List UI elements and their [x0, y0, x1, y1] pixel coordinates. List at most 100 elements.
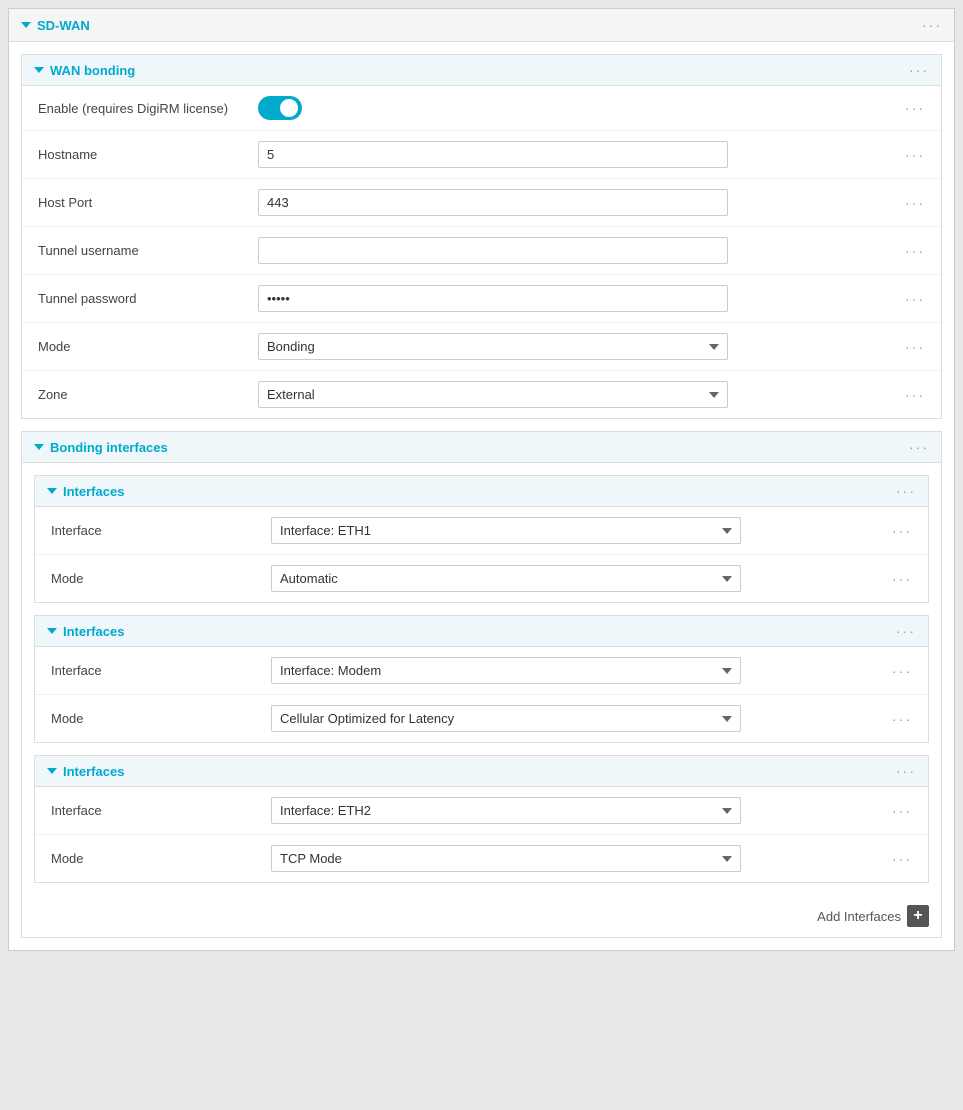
wan-bonding-title: WAN bonding — [34, 63, 135, 78]
bonding-interfaces-collapse-icon[interactable] — [34, 444, 44, 450]
tunnel-password-row: Tunnel password ··· — [22, 275, 941, 323]
interfaces-1-interface-row: Interface Interface: ETH1 Interface: ETH… — [35, 507, 928, 555]
tunnel-password-input[interactable] — [258, 285, 728, 312]
host-port-input[interactable] — [258, 189, 728, 216]
interfaces-3-title: Interfaces — [47, 764, 124, 779]
interfaces-group-2: Interfaces ··· Interface Interface: ETH1… — [34, 615, 929, 743]
interfaces-group-1: Interfaces ··· Interface Interface: ETH1… — [34, 475, 929, 603]
interfaces-1-mode-select[interactable]: Automatic Bonding TCP Mode Cellular Opti… — [271, 565, 741, 592]
interfaces-1-collapse-icon[interactable] — [47, 488, 57, 494]
bonding-interfaces-title: Bonding interfaces — [34, 440, 168, 455]
tunnel-password-label: Tunnel password — [38, 291, 258, 306]
add-interfaces-button[interactable]: Add Interfaces + — [817, 905, 929, 927]
interfaces-1-mode-row-dots[interactable]: ··· — [880, 571, 912, 587]
interfaces-1-dots[interactable]: ··· — [896, 483, 916, 499]
sdwan-title-text: SD-WAN — [37, 18, 90, 33]
sdwan-header: SD-WAN ··· — [9, 9, 954, 42]
hostname-row-dots[interactable]: ··· — [893, 147, 925, 163]
interfaces-3-interface-row-dots[interactable]: ··· — [880, 803, 912, 819]
interfaces-2-mode-select[interactable]: Automatic Bonding TCP Mode Cellular Opti… — [271, 705, 741, 732]
interfaces-3-mode-select-wrapper: Automatic Bonding TCP Mode Cellular Opti… — [271, 845, 741, 872]
interfaces-3-mode-row: Mode Automatic Bonding TCP Mode Cellular… — [35, 835, 928, 882]
host-port-input-wrapper — [258, 189, 728, 216]
interfaces-3-interface-select-wrapper: Interface: ETH1 Interface: ETH2 Interfac… — [271, 797, 741, 824]
sdwan-collapse-icon[interactable] — [21, 22, 31, 28]
hostname-input[interactable] — [258, 141, 728, 168]
interfaces-1-title: Interfaces — [47, 484, 124, 499]
tunnel-username-input[interactable] — [258, 237, 728, 264]
zone-row: Zone External Internal DMZ ··· — [22, 371, 941, 418]
toggle-slider — [258, 96, 302, 120]
sdwan-dots-menu[interactable]: ··· — [922, 17, 942, 33]
bonding-interfaces-section: Bonding interfaces ··· Interfaces ··· I — [21, 431, 942, 938]
interfaces-3-interface-label: Interface — [51, 803, 271, 818]
interfaces-2-mode-select-wrapper: Automatic Bonding TCP Mode Cellular Opti… — [271, 705, 741, 732]
interfaces-2-interface-row: Interface Interface: ETH1 Interface: ETH… — [35, 647, 928, 695]
interfaces-3-header: Interfaces ··· — [35, 756, 928, 787]
interfaces-2-interface-select[interactable]: Interface: ETH1 Interface: ETH2 Interfac… — [271, 657, 741, 684]
enable-toggle-wrapper — [258, 96, 728, 120]
hostname-label: Hostname — [38, 147, 258, 162]
add-interfaces-plus-icon: + — [907, 905, 929, 927]
interfaces-2-collapse-icon[interactable] — [47, 628, 57, 634]
host-port-row-dots[interactable]: ··· — [893, 195, 925, 211]
mode-row-dots[interactable]: ··· — [893, 339, 925, 355]
interfaces-1-mode-row: Mode Automatic Bonding TCP Mode Cellular… — [35, 555, 928, 602]
interfaces-3-mode-select[interactable]: Automatic Bonding TCP Mode Cellular Opti… — [271, 845, 741, 872]
interfaces-group-3: Interfaces ··· Interface Interface: ETH1… — [34, 755, 929, 883]
interfaces-2-interface-row-dots[interactable]: ··· — [880, 663, 912, 679]
interfaces-2-mode-row-dots[interactable]: ··· — [880, 711, 912, 727]
interfaces-2-mode-row: Mode Automatic Bonding TCP Mode Cellular… — [35, 695, 928, 742]
interfaces-3-title-text: Interfaces — [63, 764, 124, 779]
tunnel-username-row: Tunnel username ··· — [22, 227, 941, 275]
zone-row-dots[interactable]: ··· — [893, 387, 925, 403]
tunnel-password-row-dots[interactable]: ··· — [893, 291, 925, 307]
tunnel-username-input-wrapper — [258, 237, 728, 264]
interfaces-2-title: Interfaces — [47, 624, 124, 639]
enable-row: Enable (requires DigiRM license) ··· — [22, 86, 941, 131]
interfaces-3-interface-row: Interface Interface: ETH1 Interface: ETH… — [35, 787, 928, 835]
enable-row-dots[interactable]: ··· — [893, 100, 925, 116]
interfaces-1-title-text: Interfaces — [63, 484, 124, 499]
interfaces-1-interface-select[interactable]: Interface: ETH1 Interface: ETH2 Interfac… — [271, 517, 741, 544]
page-container: SD-WAN ··· WAN bonding ··· Enable (requi… — [0, 0, 963, 1110]
add-interfaces-label: Add Interfaces — [817, 909, 901, 924]
mode-label: Mode — [38, 339, 258, 354]
interfaces-2-mode-label: Mode — [51, 711, 271, 726]
mode-select-wrapper: Bonding Failover Load Balance — [258, 333, 728, 360]
sdwan-section: SD-WAN ··· WAN bonding ··· Enable (requi… — [8, 8, 955, 951]
interfaces-3-mode-row-dots[interactable]: ··· — [880, 851, 912, 867]
interfaces-2-dots[interactable]: ··· — [896, 623, 916, 639]
enable-toggle[interactable] — [258, 96, 302, 120]
interfaces-2-interface-select-wrapper: Interface: ETH1 Interface: ETH2 Interfac… — [271, 657, 741, 684]
wan-bonding-header: WAN bonding ··· — [22, 55, 941, 86]
hostname-input-wrapper — [258, 141, 728, 168]
bonding-interfaces-dots[interactable]: ··· — [909, 439, 929, 455]
mode-select[interactable]: Bonding Failover Load Balance — [258, 333, 728, 360]
tunnel-password-input-wrapper — [258, 285, 728, 312]
host-port-row: Host Port ··· — [22, 179, 941, 227]
interfaces-3-dots[interactable]: ··· — [896, 763, 916, 779]
interfaces-2-interface-label: Interface — [51, 663, 271, 678]
tunnel-username-label: Tunnel username — [38, 243, 258, 258]
interfaces-1-interface-label: Interface — [51, 523, 271, 538]
interfaces-1-header: Interfaces ··· — [35, 476, 928, 507]
interfaces-3-collapse-icon[interactable] — [47, 768, 57, 774]
host-port-label: Host Port — [38, 195, 258, 210]
wan-bonding-collapse-icon[interactable] — [34, 67, 44, 73]
bonding-interfaces-title-text: Bonding interfaces — [50, 440, 168, 455]
wan-bonding-dots[interactable]: ··· — [909, 62, 929, 78]
interfaces-1-mode-select-wrapper: Automatic Bonding TCP Mode Cellular Opti… — [271, 565, 741, 592]
wan-bonding-section: WAN bonding ··· Enable (requires DigiRM … — [21, 54, 942, 419]
hostname-row: Hostname ··· — [22, 131, 941, 179]
zone-select[interactable]: External Internal DMZ — [258, 381, 728, 408]
interfaces-3-interface-select[interactable]: Interface: ETH1 Interface: ETH2 Interfac… — [271, 797, 741, 824]
sdwan-title: SD-WAN — [21, 18, 90, 33]
tunnel-username-row-dots[interactable]: ··· — [893, 243, 925, 259]
zone-select-wrapper: External Internal DMZ — [258, 381, 728, 408]
interfaces-2-title-text: Interfaces — [63, 624, 124, 639]
mode-row: Mode Bonding Failover Load Balance ··· — [22, 323, 941, 371]
interfaces-2-header: Interfaces ··· — [35, 616, 928, 647]
wan-bonding-title-text: WAN bonding — [50, 63, 135, 78]
interfaces-1-interface-row-dots[interactable]: ··· — [880, 523, 912, 539]
